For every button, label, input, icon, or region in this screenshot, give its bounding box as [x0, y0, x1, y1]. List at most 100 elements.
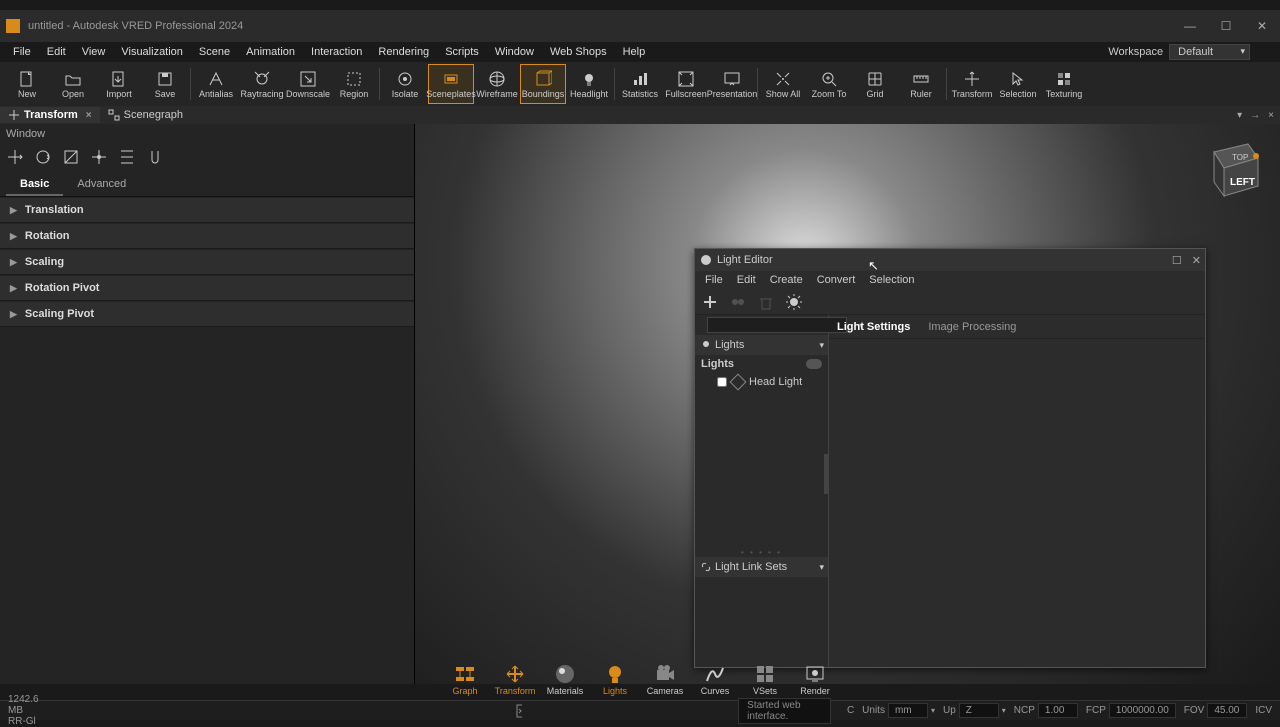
lights-toggle[interactable]	[806, 359, 822, 369]
tool-isolate[interactable]: Isolate	[382, 64, 428, 104]
tool-sceneplates[interactable]: Sceneplates	[428, 64, 474, 104]
menu-animation[interactable]: Animation	[239, 44, 302, 60]
menu-scripts[interactable]: Scripts	[438, 44, 486, 60]
menu-help[interactable]: Help	[616, 44, 653, 60]
panel-close-icon[interactable]: ×	[1266, 110, 1276, 121]
bottom-tab-vsets[interactable]: VSets	[740, 658, 790, 698]
align-tool-icon[interactable]	[118, 148, 136, 166]
maximize-button[interactable]: ☐	[1208, 12, 1244, 40]
tool-antialias[interactable]: Antialias	[193, 64, 239, 104]
le-menu-edit[interactable]: Edit	[731, 273, 762, 287]
minimize-button[interactable]: —	[1172, 12, 1208, 40]
tool-show-all[interactable]: Show All	[760, 64, 806, 104]
console-icon[interactable]	[516, 704, 522, 718]
splitter-handle[interactable]: • • • • •	[695, 548, 828, 557]
resize-handle[interactable]	[824, 454, 828, 494]
tool-boundings[interactable]: Boundings	[520, 64, 566, 104]
delete-light-icon[interactable]	[757, 293, 775, 311]
bottom-tab-render[interactable]: Render	[790, 658, 840, 698]
units-value[interactable]: mm	[888, 703, 928, 718]
tab-advanced[interactable]: Advanced	[63, 174, 140, 196]
tool-presentation[interactable]: Presentation	[709, 64, 755, 104]
tool-grid[interactable]: Grid	[852, 64, 898, 104]
bottom-tab-graph[interactable]: Graph	[440, 658, 490, 698]
section-translation[interactable]: ▶Translation	[0, 198, 414, 223]
menu-rendering[interactable]: Rendering	[371, 44, 436, 60]
light-editor-titlebar[interactable]: Light Editor ☐ ✕	[695, 249, 1205, 271]
add-light-icon[interactable]	[701, 293, 719, 311]
lights-category[interactable]: Lights	[695, 355, 828, 373]
rotate-tool-icon[interactable]	[34, 148, 52, 166]
view-cube[interactable]: TOP LEFT	[1196, 138, 1266, 208]
tool-new[interactable]: New	[4, 64, 50, 104]
icv-label[interactable]: ICV	[1255, 705, 1272, 716]
menu-file[interactable]: File	[6, 44, 38, 60]
tool-open[interactable]: Open	[50, 64, 96, 104]
snap-tool-icon[interactable]	[146, 148, 164, 166]
section-rotation-pivot[interactable]: ▶Rotation Pivot	[0, 276, 414, 301]
tool-texturing[interactable]: Texturing	[1041, 64, 1087, 104]
light-link-sets-dropdown[interactable]: Light Link Sets ▾	[695, 557, 828, 577]
bottom-tab-lights[interactable]: Lights	[590, 658, 640, 698]
tab-close-icon[interactable]: ×	[86, 110, 92, 121]
workspace-selector[interactable]: Default	[1169, 44, 1250, 60]
menu-window[interactable]: Window	[488, 44, 541, 60]
tab-scenegraph[interactable]: Scenegraph	[100, 107, 191, 123]
menu-visualization[interactable]: Visualization	[114, 44, 190, 60]
light-checkbox[interactable]	[717, 377, 727, 387]
ncp-value[interactable]: 1.00	[1038, 703, 1078, 718]
panel-menu-chevron-icon[interactable]: ▾	[1235, 110, 1244, 121]
lights-dropdown[interactable]: Lights ▾	[695, 335, 828, 355]
le-menu-convert[interactable]: Convert	[811, 273, 862, 287]
chevron-down-icon[interactable]: ▾	[931, 706, 935, 715]
tab-transform[interactable]: Transform ×	[0, 107, 100, 123]
tool-save[interactable]: Save	[142, 64, 188, 104]
le-menu-selection[interactable]: Selection	[863, 273, 920, 287]
panel-menu-window[interactable]: Window	[0, 124, 414, 144]
le-menu-file[interactable]: File	[699, 273, 729, 287]
fcp-value[interactable]: 1000000.00	[1109, 703, 1176, 718]
tab-image-processing[interactable]: Image Processing	[928, 321, 1016, 333]
tool-raytracing[interactable]: Raytracing	[239, 64, 285, 104]
tool-fullscreen[interactable]: Fullscreen	[663, 64, 709, 104]
le-close-button[interactable]: ✕	[1192, 254, 1201, 267]
section-scaling-pivot[interactable]: ▶Scaling Pivot	[0, 302, 414, 327]
move-tool-icon[interactable]	[6, 148, 24, 166]
chevron-down-icon[interactable]: ▾	[1002, 706, 1006, 715]
bottom-tab-cameras[interactable]: Cameras	[640, 658, 690, 698]
bottom-tab-transform[interactable]: Transform	[490, 658, 540, 698]
tool-selection[interactable]: Selection	[995, 64, 1041, 104]
tool-zoom-to[interactable]: Zoom To	[806, 64, 852, 104]
menu-edit[interactable]: Edit	[40, 44, 73, 60]
tool-region[interactable]: Region	[331, 64, 377, 104]
pivot-tool-icon[interactable]	[90, 148, 108, 166]
tool-downscale[interactable]: Downscale	[285, 64, 331, 104]
menu-interaction[interactable]: Interaction	[304, 44, 369, 60]
scale-tool-icon[interactable]	[62, 148, 80, 166]
tool-import[interactable]: Import	[96, 64, 142, 104]
tool-transform[interactable]: Transform	[949, 64, 995, 104]
section-rotation[interactable]: ▶Rotation	[0, 224, 414, 249]
panel-popout-icon[interactable]: →	[1248, 110, 1262, 121]
le-maximize-button[interactable]: ☐	[1172, 254, 1182, 267]
menu-webshops[interactable]: Web Shops	[543, 44, 614, 60]
tab-basic[interactable]: Basic	[6, 174, 63, 196]
tool-wireframe[interactable]: Wireframe	[474, 64, 520, 104]
close-button[interactable]: ✕	[1244, 12, 1280, 40]
le-menu-create[interactable]: Create	[764, 273, 809, 287]
light-search-input[interactable]	[707, 317, 847, 333]
fov-value[interactable]: 45.00	[1207, 703, 1247, 718]
up-value[interactable]: Z	[959, 703, 999, 718]
menu-view[interactable]: View	[75, 44, 113, 60]
bottom-tab-materials[interactable]: Materials	[540, 658, 590, 698]
menu-scene[interactable]: Scene	[192, 44, 237, 60]
tool-ruler[interactable]: Ruler	[898, 64, 944, 104]
tab-light-settings[interactable]: Light Settings	[837, 321, 910, 333]
headlight-toggle-icon[interactable]	[785, 293, 803, 311]
light-item-headlight[interactable]: Head Light	[695, 373, 828, 391]
duplicate-light-icon[interactable]	[729, 293, 747, 311]
section-scaling[interactable]: ▶Scaling	[0, 250, 414, 275]
tool-headlight[interactable]: Headlight	[566, 64, 612, 104]
bottom-tab-curves[interactable]: Curves	[690, 658, 740, 698]
tool-statistics[interactable]: Statistics	[617, 64, 663, 104]
